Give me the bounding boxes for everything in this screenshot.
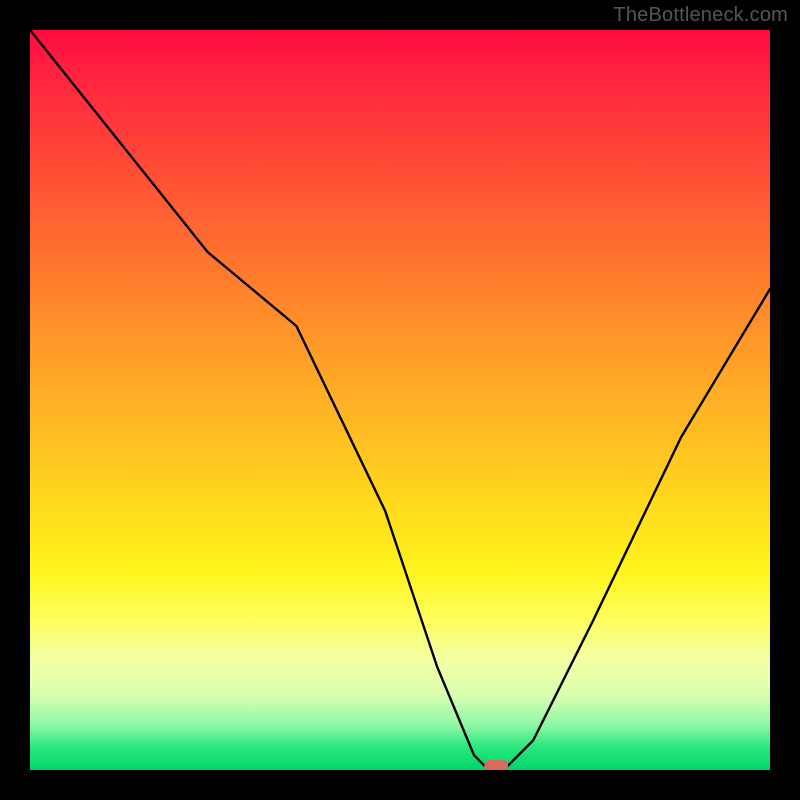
- curve-layer: [30, 30, 770, 770]
- optimal-point-marker: [484, 760, 508, 770]
- bottleneck-curve-line: [30, 30, 770, 770]
- plot-area: [30, 30, 770, 770]
- watermark-text: TheBottleneck.com: [613, 4, 788, 27]
- chart-container: TheBottleneck.com: [0, 0, 800, 800]
